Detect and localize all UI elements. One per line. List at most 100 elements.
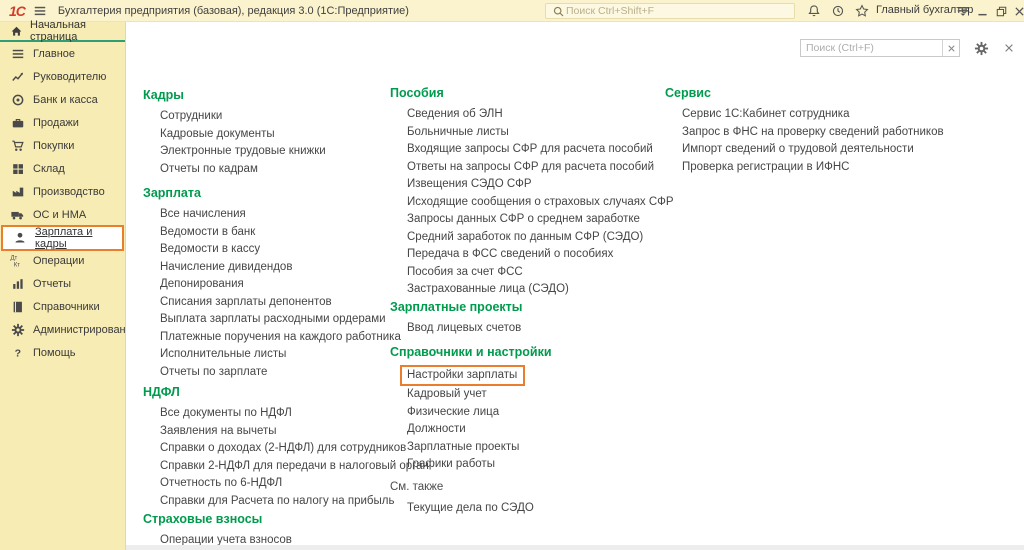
menu-link[interactable]: Ведомости в кассу xyxy=(143,241,388,259)
menu-link[interactable]: Ответы на запросы СФР для расчета пособи… xyxy=(390,159,662,177)
menu-link[interactable]: Средний заработок по данным СФР (СЭДО) xyxy=(390,229,662,247)
menu-link[interactable]: Кадровый учет xyxy=(390,386,662,404)
section-title: См. также xyxy=(390,480,662,494)
menu-link[interactable]: Заявления на вычеты xyxy=(143,423,388,441)
gear-icon xyxy=(10,322,25,337)
menu-link[interactable]: Выплата зарплаты расходными ордерами xyxy=(143,311,388,329)
menu-link[interactable]: Должности xyxy=(390,421,662,439)
column-kadry: КадрыСотрудникиКадровые документыЭлектро… xyxy=(143,0,388,528)
dtkt-icon: ДтКт xyxy=(10,253,25,268)
menu-link[interactable]: Исполнительные листы xyxy=(143,346,388,364)
sidebar-item[interactable]: ДтКт Операции xyxy=(0,249,125,272)
menu-link[interactable]: Кадровые документы xyxy=(143,126,388,144)
bank-icon xyxy=(10,92,25,107)
menu-link[interactable]: Депонирования xyxy=(143,276,388,294)
menu-link[interactable]: Передача в ФСС сведений о пособиях xyxy=(390,246,662,264)
section: ЗарплатаВсе начисленияВедомости в банкВе… xyxy=(143,186,388,381)
menu-link[interactable]: Списания зарплаты депонентов xyxy=(143,294,388,312)
sidebar-item[interactable]: Администрирование xyxy=(0,318,125,341)
sidebar-item-label: Помощь xyxy=(33,347,76,359)
menu-link[interactable]: Проверка регистрации в ИФНС xyxy=(665,159,975,177)
sidebar-item[interactable]: Справочники xyxy=(0,295,125,318)
sidebar-item[interactable]: Покупки xyxy=(0,134,125,157)
section: Страховые взносыОперации учета взносов xyxy=(143,512,388,550)
book-icon xyxy=(10,299,25,314)
menu-link[interactable]: Сервис 1С:Кабинет сотрудника xyxy=(665,106,975,124)
menu-link[interactable]: Входящие запросы СФР для расчета пособий xyxy=(390,141,662,159)
menu-link[interactable]: Все документы по НДФЛ xyxy=(143,405,388,423)
menu-link[interactable]: Запросы данных СФР о среднем заработке xyxy=(390,211,662,229)
column-servis: СервисСервис 1С:Кабинет сотрудникаЗапрос… xyxy=(665,0,975,528)
menu-link[interactable]: Все начисления xyxy=(143,206,388,224)
menu-link[interactable]: Начисление дивидендов xyxy=(143,259,388,277)
sidebar-item[interactable]: Склад xyxy=(0,157,125,180)
menu-link[interactable]: Настройки зарплаты xyxy=(390,365,662,386)
menu-link[interactable]: Ввод лицевых счетов xyxy=(390,320,662,338)
report-icon xyxy=(10,276,25,291)
help-icon: ? xyxy=(10,345,25,360)
menu-link[interactable]: Исходящие сообщения о страховых случаях … xyxy=(390,194,662,212)
sidebar-item[interactable]: ОС и НМА xyxy=(0,203,125,226)
menu-link[interactable]: Зарплатные проекты xyxy=(390,439,662,457)
sidebar-item[interactable]: Производство xyxy=(0,180,125,203)
truck-icon xyxy=(10,207,25,222)
cart-icon xyxy=(10,138,25,153)
menu-link[interactable]: Текущие дела по СЭДО xyxy=(390,500,662,518)
sidebar-item[interactable]: Отчеты xyxy=(0,272,125,295)
main-menu-icon[interactable] xyxy=(32,3,48,19)
menu-link[interactable]: Пособия за счет ФСС xyxy=(390,264,662,282)
sidebar-item-label: Операции xyxy=(33,255,84,267)
close-icon[interactable] xyxy=(1011,3,1024,19)
sidebar-item[interactable]: ? Помощь xyxy=(0,341,125,364)
tab-home-label: Начальная страница xyxy=(30,19,125,43)
trend-icon xyxy=(10,69,25,84)
1c-logo: 1С xyxy=(9,3,25,19)
menu-link[interactable]: Больничные листы xyxy=(390,124,662,142)
menu-link[interactable]: Электронные трудовые книжки xyxy=(143,143,388,161)
svg-text:Кт: Кт xyxy=(14,263,20,268)
section-title: Справочники и настройки xyxy=(390,345,662,359)
sidebar-item[interactable]: Банк и касса xyxy=(0,88,125,111)
menu-link[interactable]: Отчеты по кадрам xyxy=(143,161,388,179)
menu-link[interactable]: Физические лица xyxy=(390,404,662,422)
section: СервисСервис 1С:Кабинет сотрудникаЗапрос… xyxy=(665,86,975,176)
menu-link[interactable]: Сотрудники xyxy=(143,108,388,126)
factory-icon xyxy=(10,184,25,199)
restore-icon[interactable] xyxy=(993,3,1009,19)
section: ПособияСведения об ЭЛНБольничные листыВх… xyxy=(390,86,662,299)
menu-icon xyxy=(10,46,25,61)
sidebar-item-label: Производство xyxy=(33,186,105,198)
section-title: Страховые взносы xyxy=(143,512,388,526)
home-icon xyxy=(8,23,24,39)
menu-link[interactable]: Графики работы xyxy=(390,456,662,474)
section: КадрыСотрудникиКадровые документыЭлектро… xyxy=(143,88,388,178)
sidebar-item-label: Покупки xyxy=(33,140,74,152)
sidebar-item[interactable]: Зарплата и кадры xyxy=(1,225,124,251)
menu-link[interactable]: Застрахованные лица (СЭДО) xyxy=(390,281,662,299)
menu-link[interactable]: Импорт сведений о трудовой деятельности xyxy=(665,141,975,159)
sidebar-item[interactable]: Продажи xyxy=(0,111,125,134)
section: См. также Текущие дела по СЭДО xyxy=(390,480,662,518)
page-close-icon[interactable] xyxy=(1000,39,1018,57)
section: Зарплатные проектыВвод лицевых счетов xyxy=(390,300,662,338)
menu-link[interactable]: Справки для Расчета по налогу на прибыль xyxy=(143,493,388,511)
column-posobiya: ПособияСведения об ЭЛНБольничные листыВх… xyxy=(390,0,662,528)
window-bottom-edge xyxy=(126,545,1024,550)
menu-link[interactable]: Сведения об ЭЛН xyxy=(390,106,662,124)
sidebar-item[interactable]: Руководителю xyxy=(0,65,125,88)
sidebar-item-label: Склад xyxy=(33,163,65,175)
menu-link[interactable]: Справки 2-НДФЛ для передачи в налоговый … xyxy=(143,458,388,476)
sidebar-item[interactable]: Главное xyxy=(0,42,125,65)
menu-link[interactable]: Платежные поручения на каждого работника xyxy=(143,329,388,347)
warehouse-icon xyxy=(10,161,25,176)
section: Справочники и настройки Настройки зарплат… xyxy=(390,345,662,474)
menu-link[interactable]: Справки о доходах (2-НДФЛ) для сотрудник… xyxy=(143,440,388,458)
menu-link[interactable]: Ведомости в банк xyxy=(143,224,388,242)
menu-link[interactable]: Отчетность по 6-НДФЛ xyxy=(143,475,388,493)
menu-link[interactable]: Отчеты по зарплате xyxy=(143,364,388,382)
highlighted-menu-link[interactable]: Настройки зарплаты xyxy=(400,365,525,386)
tab-home[interactable]: Начальная страница xyxy=(0,22,125,42)
menu-link[interactable]: Запрос в ФНС на проверку сведений работн… xyxy=(665,124,975,142)
menu-link[interactable]: Извещения СЭДО СФР xyxy=(390,176,662,194)
minimize-icon[interactable] xyxy=(974,3,990,19)
